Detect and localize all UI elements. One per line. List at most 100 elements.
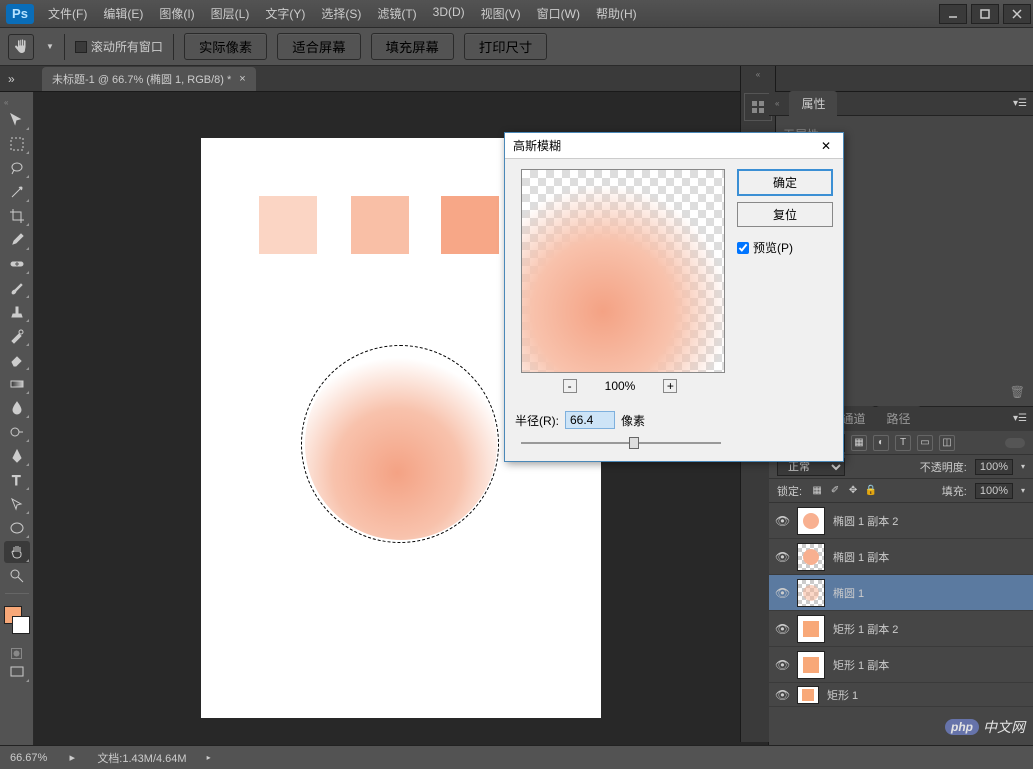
doc-size-label[interactable]: 文档:1.43M/4.64M [97,750,186,766]
print-size-button[interactable]: 打印尺寸 [464,33,547,60]
clone-stamp-tool[interactable] [4,301,30,323]
zoom-in-button[interactable]: + [663,379,677,393]
layer-row[interactable]: 👁 椭圆 1 副本 2 [769,503,1033,539]
history-brush-tool[interactable] [4,325,30,347]
expand-dock-icon[interactable]: » [8,72,15,86]
document-tab[interactable]: 未标题-1 @ 66.7% (椭圆 1, RGB/8) * × [42,67,256,91]
menu-layer[interactable]: 图层(L) [203,1,258,26]
menu-image[interactable]: 图像(I) [151,1,202,26]
blur-tool[interactable] [4,397,30,419]
reset-button[interactable]: 复位 [737,202,833,227]
tab-paths[interactable]: 路径 [876,406,920,431]
eyedropper-tool[interactable] [4,229,30,251]
path-selection-tool[interactable] [4,493,30,515]
filter-pixel-icon[interactable]: ▦ [851,435,867,451]
layer-row[interactable]: 👁 椭圆 1 副本 [769,539,1033,575]
close-icon[interactable]: ✕ [817,137,835,155]
type-tool[interactable]: T [4,469,30,491]
trash-icon[interactable]: 🗑 [1010,385,1025,399]
close-icon[interactable]: × [239,73,245,85]
dock-history-icon[interactable] [744,93,772,121]
menu-select[interactable]: 选择(S) [313,1,369,26]
shape-tool[interactable] [4,517,30,539]
zoom-tool[interactable] [4,565,30,587]
lock-pixels-icon[interactable]: ✐ [828,484,842,498]
healing-brush-tool[interactable] [4,253,30,275]
layer-row[interactable]: 👁 矩形 1 [769,683,1033,707]
panel-menu-icon[interactable]: ▾☰ [1013,98,1027,109]
filter-adjust-icon[interactable]: ◐ [873,435,889,451]
document-tab-title: 未标题-1 @ 66.7% (椭圆 1, RGB/8) * [52,71,231,87]
actual-pixels-button[interactable]: 实际像素 [184,33,267,60]
minimize-button[interactable] [939,4,967,24]
pen-tool[interactable] [4,445,30,467]
quick-mask-toggle[interactable] [11,648,22,659]
menu-file[interactable]: 文件(F) [40,1,95,26]
filter-toggle[interactable] [1005,438,1025,448]
menu-window[interactable]: 窗口(W) [529,1,588,26]
opacity-input[interactable]: 100% [975,459,1013,475]
scroll-all-windows-checkbox[interactable]: 滚动所有窗口 [75,38,163,55]
layer-row[interactable]: 👁 椭圆 1 [769,575,1033,611]
brush-tool[interactable] [4,277,30,299]
visibility-toggle[interactable]: 👁 [775,622,789,636]
layer-row[interactable]: 👁 矩形 1 副本 2 [769,611,1033,647]
layer-thumbnail[interactable] [797,651,825,679]
scroll-all-label: 滚动所有窗口 [91,38,163,55]
preview-checkbox[interactable]: 预览(P) [737,239,833,256]
filter-shape-icon[interactable]: ▭ [917,435,933,451]
magic-wand-tool[interactable] [4,181,30,203]
visibility-toggle[interactable]: 👁 [775,658,789,672]
opacity-label: 不透明度: [920,459,967,475]
fill-input[interactable]: 100% [975,483,1013,499]
visibility-toggle[interactable]: 👁 [775,586,789,600]
layer-name-label: 椭圆 1 副本 [833,549,889,565]
fill-screen-button[interactable]: 填充屏幕 [371,33,454,60]
hand-tool-icon[interactable] [8,34,34,60]
collapse-icon[interactable]: « [4,98,8,107]
properties-tab[interactable]: 属性 [789,91,837,116]
move-tool[interactable] [4,109,30,131]
chevron-down-icon[interactable]: ▼ [46,42,54,51]
panel-menu-icon[interactable]: ▾☰ [1013,413,1027,424]
zoom-level-label[interactable]: 66.67% [10,752,47,764]
lock-all-icon[interactable]: 🔒 [864,484,878,498]
lasso-tool[interactable] [4,157,30,179]
radius-slider[interactable] [521,435,721,451]
layer-thumbnail[interactable] [797,579,825,607]
menu-help[interactable]: 帮助(H) [588,1,645,26]
visibility-toggle[interactable]: 👁 [775,688,789,702]
crop-tool[interactable] [4,205,30,227]
eraser-tool[interactable] [4,349,30,371]
lock-transparency-icon[interactable]: ▦ [810,484,824,498]
menu-type[interactable]: 文字(Y) [257,1,313,26]
menu-3d[interactable]: 3D(D) [425,1,473,26]
layer-thumbnail[interactable] [797,615,825,643]
hand-tool[interactable] [4,541,30,563]
ok-button[interactable]: 确定 [737,169,833,196]
lock-position-icon[interactable]: ✥ [846,484,860,498]
screen-mode-button[interactable] [4,661,30,683]
preview-box[interactable] [521,169,725,373]
gradient-tool[interactable] [4,373,30,395]
menu-view[interactable]: 视图(V) [473,1,529,26]
zoom-out-button[interactable]: - [563,379,577,393]
menu-edit[interactable]: 编辑(E) [95,1,151,26]
layer-row[interactable]: 👁 矩形 1 副本 [769,647,1033,683]
background-color-swatch[interactable] [12,616,30,634]
fit-screen-button[interactable]: 适合屏幕 [277,33,360,60]
visibility-toggle[interactable]: 👁 [775,514,789,528]
marquee-tool[interactable] [4,133,30,155]
layer-thumbnail[interactable] [797,686,819,704]
layer-thumbnail[interactable] [797,543,825,571]
radius-input[interactable] [565,411,615,429]
maximize-button[interactable] [971,4,999,24]
visibility-toggle[interactable]: 👁 [775,550,789,564]
dodge-tool[interactable] [4,421,30,443]
menu-bar: 文件(F) 编辑(E) 图像(I) 图层(L) 文字(Y) 选择(S) 滤镜(T… [40,1,645,26]
filter-type-icon[interactable]: T [895,435,911,451]
close-button[interactable] [1003,4,1031,24]
layer-thumbnail[interactable] [797,507,825,535]
filter-smart-icon[interactable]: ◫ [939,435,955,451]
menu-filter[interactable]: 滤镜(T) [369,1,424,26]
